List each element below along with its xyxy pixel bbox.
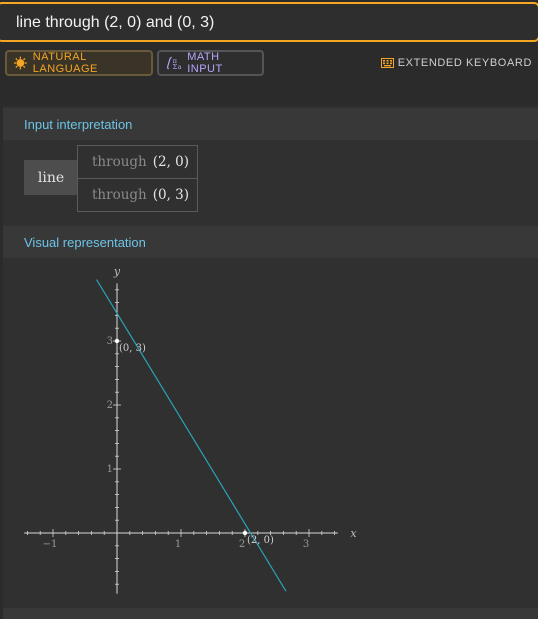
point-label: (0, 3)	[119, 343, 146, 354]
pod-divider	[3, 608, 538, 619]
table-row: through (0, 3)	[78, 178, 197, 211]
x-tick-label: 2	[239, 539, 245, 550]
search-input[interactable]: line through (2, 0) and (0, 3)	[0, 2, 538, 42]
keyboard-icon	[380, 58, 394, 68]
x-axis-label: x	[350, 527, 357, 540]
natural-language-label: NATURAL LANGUAGE	[32, 51, 98, 75]
pod-title-visual-representation: Visual representation	[3, 226, 538, 258]
interpretation-table: through (2, 0) through (0, 3)	[77, 145, 198, 212]
extended-keyboard-label: EXTENDED KEYBOARD	[397, 57, 532, 69]
through-point: (2, 0)	[152, 154, 190, 170]
through-word: through	[92, 154, 147, 170]
y-tick-label: 3	[107, 336, 113, 347]
interpretation-object: line	[24, 160, 78, 195]
math-input-button[interactable]: π Σa MATH INPUT	[157, 50, 264, 76]
point-label: (2, 0)	[247, 535, 274, 546]
math-sigma-icon: π Σa	[167, 56, 182, 70]
svg-text:Σa: Σa	[173, 63, 182, 70]
y-axis-label: y	[113, 265, 121, 278]
search-query: line through (2, 0) and (0, 3)	[16, 14, 215, 31]
table-row: through (2, 0)	[78, 146, 197, 178]
y-tick-label: 1	[107, 464, 113, 475]
sun-icon	[14, 56, 27, 70]
y-tick-label: 2	[107, 400, 113, 411]
math-input-label: MATH INPUT	[187, 51, 223, 75]
line-plot: −1 1 2 3 1 2 3 x y (0, 3) (2, 0)	[24, 265, 357, 594]
through-point: (0, 3)	[152, 187, 190, 203]
x-tick-label: 3	[303, 539, 309, 550]
extended-keyboard-button[interactable]: EXTENDED KEYBOARD	[380, 57, 532, 69]
pod-title-input-interpretation: Input interpretation	[3, 108, 538, 140]
through-word: through	[92, 187, 147, 203]
x-tick-label: −1	[43, 539, 58, 550]
x-tick-label: 1	[175, 539, 181, 550]
natural-language-button[interactable]: NATURAL LANGUAGE	[5, 50, 153, 76]
